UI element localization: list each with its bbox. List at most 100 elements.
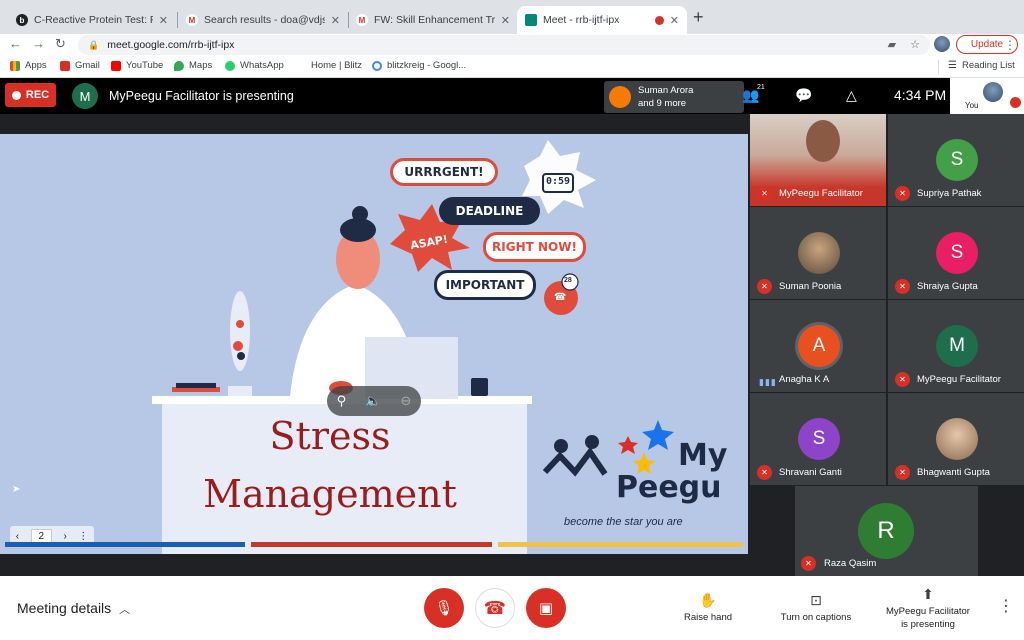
chevron-up-icon: ︿ [119,604,131,616]
chat-icon[interactable]: 💬 [795,87,812,104]
participant-tile[interactable]: R ✕ Raza Qasim [795,486,978,576]
new-tab-icon[interactable]: + [693,7,704,28]
address-bar[interactable]: 🔒 meet.google.com/rrb-ijtf-ipx ▰ ☆ [78,35,930,55]
tab-title: FW: Skill Enhancement Training [374,14,495,26]
mic-toggle-button[interactable]: 🎙 [424,588,464,628]
participant-photo [936,418,978,460]
self-avatar [983,82,1003,102]
participant-tile[interactable]: S ✕ Shravani Ganti [750,393,886,485]
meeting-clock: 4:34 PM [894,87,947,103]
meet-control-bar: Meeting details ︿ 🎙 ☎ ▣ ✋ Raise hand ⊡ Tu… [0,576,1024,640]
participant-avatar: S [936,139,978,181]
camera-icon[interactable]: ▰ [888,38,896,51]
participant-name: Raza Qasim [824,558,877,569]
bookmark-youtube[interactable]: YouTube [111,60,163,71]
bookmark-label: blitzkreig - Googl... [387,60,467,71]
menu-icon[interactable]: ⋮ [1004,38,1016,52]
self-label: You [965,101,979,110]
next-page-icon[interactable]: › [64,531,67,542]
bookmark-home-blitz[interactable]: Home | Blitz [296,60,362,71]
record-dot-icon [11,90,21,100]
bookmark-apps[interactable]: Apps [10,60,47,71]
recording-dot-icon [654,15,664,25]
speaking-icon: ▮▮▮ [759,377,777,387]
presentation-slide: URRRGENT! DEADLINE ASAP! RIGHT NOW! IMPO… [0,134,748,554]
bookmark-maps[interactable]: Maps [174,60,212,71]
meet-top-bar: REC M MyPeegu Facilitator is presenting … [0,78,1024,114]
presenting-label-1: MyPeegu Facilitator [886,606,970,617]
participant-tile[interactable]: ✕ Bhagwanti Gupta [888,393,1024,485]
browser-toolbar: ← → ↻ 🔒 meet.google.com/rrb-ijtf-ipx ▰ ☆ [0,34,1024,56]
face-shape [806,120,840,162]
participant-tile[interactable]: M ✕ MyPeegu Facilitator [888,300,1024,392]
tab-title: C-Reactive Protein Test: Purpo [34,14,153,26]
participant-name: Shravani Ganti [779,467,842,478]
mic-off-icon: ✕ [895,465,910,480]
more-vert-icon[interactable]: ⋮ [78,531,88,542]
close-icon[interactable]: ✕ [159,14,168,27]
pin-icon[interactable]: ⚲ [337,393,347,409]
logo-my: My [678,438,728,473]
captions-icon: ⊡ [810,592,822,608]
participant-name: Supriya Pathak [917,188,982,199]
close-icon[interactable]: ✕ [501,14,510,27]
meeting-details-label: Meeting details [17,600,112,616]
activities-icon[interactable]: △ [846,87,857,104]
hang-up-icon: ☎ [483,597,507,618]
presenting-label-2: is presenting [901,619,955,630]
prev-page-icon[interactable]: ‹ [16,531,19,542]
phone-icon: ☎ [554,292,567,303]
reading-list-button[interactable]: ☰ Reading List [948,60,1015,71]
bookmark-whatsapp[interactable]: WhatsApp [225,60,284,71]
forward-icon[interactable]: → [32,36,45,51]
leave-call-button[interactable]: ☎ [475,588,515,628]
participant-name: Bhagwanti Gupta [917,467,990,478]
participant-tile[interactable]: A ▮▮▮ Anagha K A [750,300,886,392]
participant-tile[interactable]: ✕ MyPeegu Facilitator [750,114,886,206]
participant-avatar: A [798,325,840,367]
participant-tile[interactable]: S ✕ Shraiya Gupta [888,207,1024,299]
bookmark-gmail[interactable]: Gmail [60,60,100,71]
bookmark-label: Apps [25,60,47,71]
volume-icon[interactable]: 🔈 [365,393,381,409]
browser-tab-active[interactable]: Meet - rrb-ijtf-ipx ✕ [517,6,687,34]
remove-icon[interactable]: ⊖ [401,393,412,409]
join-notification[interactable]: Suman Arora and 9 more [604,81,744,113]
bookmark-blitzkreig[interactable]: blitzkreig - Googl... [372,60,466,71]
star-icon[interactable]: ☆ [910,38,920,51]
close-icon[interactable]: ✕ [670,14,679,27]
participant-name: Shraiya Gupta [917,281,978,292]
mic-off-icon: 🎙 [434,600,454,617]
whatsapp-icon [225,60,235,71]
gmail-icon [60,60,70,71]
joiner-avatar [609,86,631,108]
participant-name: Suman Poonia [779,281,842,292]
participant-photo [798,232,840,274]
presentation-controls: ⚲ 🔈 ⊖ [327,386,421,416]
back-icon[interactable]: ← [9,36,22,51]
raise-hand-button[interactable]: ✋ Raise hand [682,592,734,623]
participant-tile[interactable]: ✕ Suman Poonia [750,207,886,299]
presenting-button[interactable]: ⬆ MyPeegu Facilitator is presenting [878,586,978,630]
meet-icon [525,14,537,26]
rec-label: REC [25,89,50,101]
profile-avatar[interactable] [934,36,950,52]
browser-tab[interactable]: b C-Reactive Protein Test: Purpo ✕ [8,6,176,34]
presenter-avatar: M [72,83,98,109]
close-icon[interactable]: ✕ [331,14,340,27]
reading-list-icon: ☰ [948,60,957,71]
more-options-icon[interactable]: ⋮ [998,596,1014,616]
browser-tab[interactable]: M FW: Skill Enhancement Training ✕ [348,6,518,34]
logo-peegu: Peegu [616,470,722,505]
people-count: 21 [757,84,765,91]
meeting-details-button[interactable]: Meeting details ︿ [17,600,130,617]
camera-toggle-button[interactable]: ▣ [526,588,566,628]
participant-tile[interactable]: S ✕ Supriya Pathak [888,114,1024,206]
captions-label: Turn on captions [780,612,852,623]
cursor-icon: ➤ [12,484,21,495]
participant-name: MyPeegu Facilitator [779,188,863,199]
captions-button[interactable]: ⊡ Turn on captions [772,592,860,623]
reload-icon[interactable]: ↻ [55,36,66,52]
mic-off-icon [1010,97,1021,108]
browser-tab[interactable]: M Search results - doa@vdjs.edu ✕ [178,6,348,34]
